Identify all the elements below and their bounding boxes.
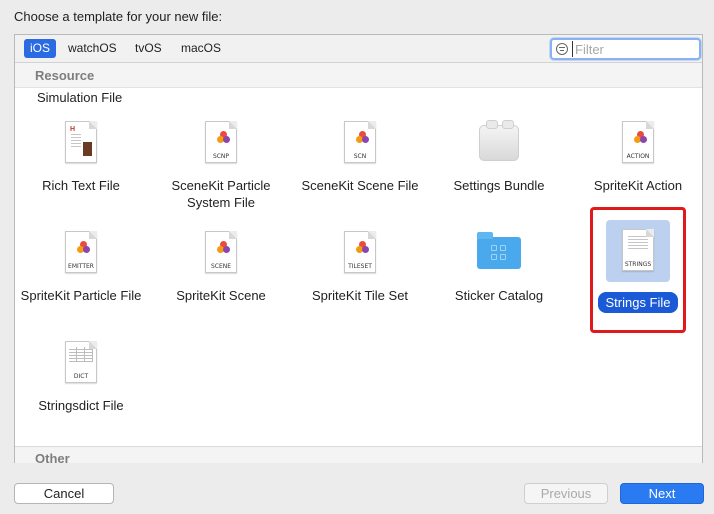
template-label: SpriteKit Tile Set [311,288,409,303]
template-rich-text-file[interactable]: H Rich Text File [16,119,146,194]
section-header-resource: Resource [15,63,702,88]
spritekit-tileset-icon: TILESET [340,229,380,277]
template-label: SceneKit Scene File [301,178,419,193]
template-label: SceneKit Particle System File [171,178,271,210]
rich-text-file-icon: H [61,119,101,167]
filter-icon [556,43,568,55]
template-spritekit-tileset[interactable]: TILESET SpriteKit Tile Set [295,229,425,304]
selection-highlight: STRINGS [606,220,670,282]
template-stringsdict-file[interactable]: DICT Stringsdict File [16,339,146,414]
filter-field[interactable] [550,38,701,60]
scenekit-scene-icon: SCN [340,119,380,167]
spritekit-particle-icon: EMITTER [61,229,101,277]
template-label: Strings File [598,292,678,313]
template-label: SpriteKit Particle File [20,288,142,303]
template-spritekit-particle[interactable]: EMITTER SpriteKit Particle File [16,229,146,304]
template-scenekit-particle[interactable]: SCNP SceneKit Particle System File [156,119,286,211]
tab-watchos[interactable]: watchOS [62,39,123,58]
template-sticker-catalog[interactable]: Sticker Catalog [434,229,564,304]
dialog-heading: Choose a template for your new file: [14,9,223,24]
spritekit-scene-icon: SCENE [201,229,241,277]
template-label: SpriteKit Scene [176,288,266,303]
previous-button[interactable]: Previous [524,483,608,504]
filter-input[interactable] [572,41,696,57]
tab-ios[interactable]: iOS [24,39,57,58]
cancel-button[interactable]: Cancel [14,483,114,504]
template-chooser-panel: iOS watchOS tvOS macOS Resource Simulati… [14,34,703,463]
scenekit-particle-icon: SCNP [201,119,241,167]
template-scenekit-scene[interactable]: SCN SceneKit Scene File [295,119,425,194]
template-label: Rich Text File [42,178,120,193]
strings-file-icon: STRINGS [618,227,658,275]
platform-toolbar: iOS watchOS tvOS macOS [15,35,702,63]
stringsdict-file-icon: DICT [61,339,101,387]
template-spritekit-scene[interactable]: SCENE SpriteKit Scene [156,229,286,304]
template-label: SpriteKit Action [593,178,683,193]
tab-tvos[interactable]: tvOS [129,39,168,58]
settings-bundle-icon [479,119,519,167]
next-button[interactable]: Next [620,483,704,504]
template-strings-file[interactable]: STRINGS Strings File [573,220,703,313]
template-spritekit-action[interactable]: ACTION SpriteKit Action [573,119,703,194]
template-label: Stringsdict File [38,398,124,413]
sticker-catalog-folder-icon [477,229,521,277]
section-header-other: Other [15,446,702,463]
template-label-simulation-file: Simulation File [37,90,123,105]
template-label: Sticker Catalog [454,288,544,303]
tab-macos[interactable]: macOS [175,39,227,58]
spritekit-action-icon: ACTION [618,119,658,167]
template-settings-bundle[interactable]: Settings Bundle [434,119,564,194]
template-label: Settings Bundle [453,178,545,193]
